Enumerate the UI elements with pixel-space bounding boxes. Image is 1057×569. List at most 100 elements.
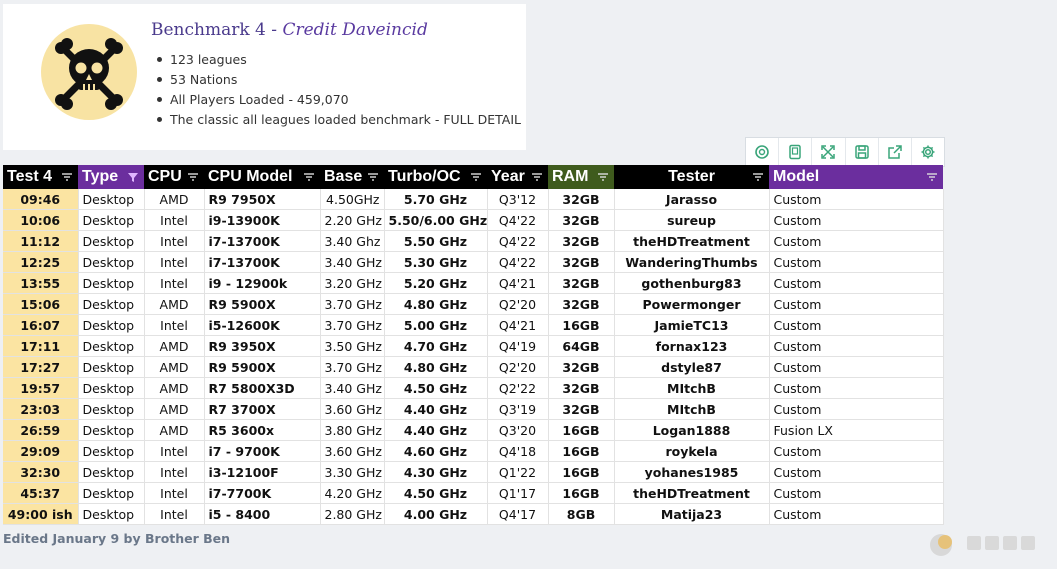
search-icon[interactable] bbox=[746, 138, 780, 166]
table-row[interactable]: 19:57 Desktop AMD R7 5800X3D 3.40 GHz 4.50 GH… bbox=[3, 377, 944, 399]
cell-test[interactable]: 13:55 bbox=[3, 272, 79, 294]
cell-tester[interactable]: dstyle87 bbox=[614, 356, 770, 378]
cell-model[interactable]: Custom bbox=[769, 503, 944, 525]
table-row[interactable]: 49:00 ish Desktop Intel i5 - 8400 2.80 GHz 4.… bbox=[3, 503, 944, 525]
cell-base[interactable]: 3.40 GHz bbox=[320, 377, 385, 399]
cell-cpu[interactable]: Intel bbox=[144, 272, 205, 294]
filter-dropdown-icon[interactable] bbox=[367, 170, 379, 188]
cell-type[interactable]: Desktop bbox=[78, 230, 145, 252]
gear-icon[interactable] bbox=[912, 138, 944, 166]
column-header-cpu[interactable]: CPU bbox=[144, 165, 204, 189]
cell-model[interactable]: Custom bbox=[769, 440, 944, 462]
cell-tester[interactable]: fornax123 bbox=[614, 335, 770, 357]
cell-cpu-model[interactable]: i7-7700K bbox=[204, 482, 321, 504]
column-header-model[interactable]: Model bbox=[769, 165, 943, 189]
cell-cpu-model[interactable]: R9 7950X bbox=[204, 189, 321, 210]
filter-dropdown-icon[interactable] bbox=[926, 170, 938, 188]
column-header-test[interactable]: Test 4 bbox=[3, 165, 78, 189]
cell-tester[interactable]: theHDTreatment bbox=[614, 230, 770, 252]
filter-dropdown-icon[interactable] bbox=[470, 170, 482, 188]
cell-tester[interactable]: JamieTC13 bbox=[614, 314, 770, 336]
cell-year[interactable]: Q2'20 bbox=[487, 293, 549, 315]
cell-base[interactable]: 2.80 GHz bbox=[320, 503, 385, 525]
cell-turbo-oc[interactable]: 4.60 GHz bbox=[384, 440, 488, 462]
cell-model[interactable]: Custom bbox=[769, 461, 944, 483]
filter-active-icon[interactable] bbox=[127, 170, 139, 188]
cell-base[interactable]: 4.20 GHz bbox=[320, 482, 385, 504]
cell-cpu-model[interactable]: i5-12600K bbox=[204, 314, 321, 336]
cell-base[interactable]: 4.50GHz bbox=[320, 189, 385, 210]
cell-model[interactable]: Custom bbox=[769, 356, 944, 378]
cell-test[interactable]: 17:27 bbox=[3, 356, 79, 378]
cell-test[interactable]: 16:07 bbox=[3, 314, 79, 336]
cell-turbo-oc[interactable]: 4.80 GHz bbox=[384, 356, 488, 378]
cell-model[interactable]: Custom bbox=[769, 482, 944, 504]
cell-model[interactable]: Custom bbox=[769, 209, 944, 231]
table-row[interactable]: 23:03 Desktop AMD R7 3700X 3.60 GHz 4.40 GHz Q… bbox=[3, 398, 944, 420]
cell-base[interactable]: 2.20 GHz bbox=[320, 209, 385, 231]
cell-cpu-model[interactable]: R9 5900X bbox=[204, 356, 321, 378]
table-row[interactable]: 11:12 Desktop Intel i7-13700K 3.40 Ghz 5.50 G… bbox=[3, 230, 944, 252]
cell-test[interactable]: 49:00 ish bbox=[3, 503, 79, 525]
cell-year[interactable]: Q1'22 bbox=[487, 461, 549, 483]
cell-base[interactable]: 3.70 GHz bbox=[320, 293, 385, 315]
cell-ram[interactable]: 32GB bbox=[548, 251, 615, 273]
cell-turbo-oc[interactable]: 4.00 GHz bbox=[384, 503, 488, 525]
cell-year[interactable]: Q4'17 bbox=[487, 503, 549, 525]
cell-turbo-oc[interactable]: 5.50 GHz bbox=[384, 230, 488, 252]
filter-dropdown-icon[interactable] bbox=[61, 170, 73, 188]
cell-cpu-model[interactable]: i7-13700K bbox=[204, 230, 321, 252]
table-row[interactable]: 13:55 Desktop Intel i9 - 12900k 3.20 GHz 5.20… bbox=[3, 272, 944, 294]
save-icon[interactable] bbox=[846, 138, 879, 166]
cell-test[interactable]: 17:11 bbox=[3, 335, 79, 357]
cell-cpu[interactable]: AMD bbox=[144, 189, 205, 210]
cell-tester[interactable]: MItchB bbox=[614, 377, 770, 399]
cell-model[interactable]: Custom bbox=[769, 398, 944, 420]
cell-type[interactable]: Desktop bbox=[78, 461, 145, 483]
cell-ram[interactable]: 32GB bbox=[548, 189, 615, 210]
share-icon[interactable] bbox=[879, 138, 912, 166]
cell-cpu[interactable]: Intel bbox=[144, 440, 205, 462]
cell-cpu[interactable]: AMD bbox=[144, 377, 205, 399]
cell-cpu[interactable]: Intel bbox=[144, 503, 205, 525]
filter-dropdown-icon[interactable] bbox=[752, 170, 764, 188]
cell-ram[interactable]: 32GB bbox=[548, 356, 615, 378]
table-row[interactable]: 17:11 Desktop AMD R9 3950X 3.50 GHz 4.70 GHz Q… bbox=[3, 335, 944, 357]
cell-tester[interactable]: theHDTreatment bbox=[614, 482, 770, 504]
column-header-ram[interactable]: RAM bbox=[548, 165, 614, 189]
cell-cpu[interactable]: AMD bbox=[144, 356, 205, 378]
cell-cpu-model[interactable]: i9-13900K bbox=[204, 209, 321, 231]
cell-turbo-oc[interactable]: 4.40 GHz bbox=[384, 398, 488, 420]
cell-model[interactable]: Custom bbox=[769, 189, 944, 210]
expand-icon[interactable] bbox=[812, 138, 846, 166]
cell-tester[interactable]: sureup bbox=[614, 209, 770, 231]
cell-turbo-oc[interactable]: 5.20 GHz bbox=[384, 272, 488, 294]
table-row[interactable]: 17:27 Desktop AMD R9 5900X 3.70 GHz 4.80 GHz Q… bbox=[3, 356, 944, 378]
table-row[interactable]: 45:37 Desktop Intel i7-7700K 4.20 GHz 4.50 GH… bbox=[3, 482, 944, 504]
cell-turbo-oc[interactable]: 4.30 GHz bbox=[384, 461, 488, 483]
cell-tester[interactable]: yohanes1985 bbox=[614, 461, 770, 483]
cell-year[interactable]: Q1'17 bbox=[487, 482, 549, 504]
cell-type[interactable]: Desktop bbox=[78, 356, 145, 378]
table-row[interactable]: 10:06 Desktop Intel i9-13900K 2.20 GHz 5.50/6… bbox=[3, 209, 944, 231]
cell-year[interactable]: Q4'21 bbox=[487, 272, 549, 294]
cell-ram[interactable]: 32GB bbox=[548, 272, 615, 294]
cell-type[interactable]: Desktop bbox=[78, 335, 145, 357]
cell-cpu-model[interactable]: i7 - 9700K bbox=[204, 440, 321, 462]
cell-tester[interactable]: Jarasso bbox=[614, 189, 770, 210]
column-header-type[interactable]: Type bbox=[78, 165, 144, 189]
cell-cpu-model[interactable]: R7 3700X bbox=[204, 398, 321, 420]
cell-year[interactable]: Q4'22 bbox=[487, 251, 549, 273]
cell-test[interactable]: 10:06 bbox=[3, 209, 79, 231]
cell-turbo-oc[interactable]: 4.80 GHz bbox=[384, 293, 488, 315]
cell-model[interactable]: Custom bbox=[769, 251, 944, 273]
cell-test[interactable]: 32:30 bbox=[3, 461, 79, 483]
cell-year[interactable]: Q3'12 bbox=[487, 189, 549, 210]
cell-model[interactable]: Fusion LX bbox=[769, 419, 944, 441]
column-header-cpu-model[interactable]: CPU Model bbox=[204, 165, 320, 189]
cell-tester[interactable]: Matija23 bbox=[614, 503, 770, 525]
cell-year[interactable]: Q4'22 bbox=[487, 209, 549, 231]
cell-tester[interactable]: gothenburg83 bbox=[614, 272, 770, 294]
column-header-base[interactable]: Base bbox=[320, 165, 384, 189]
filter-dropdown-icon[interactable] bbox=[531, 170, 543, 188]
